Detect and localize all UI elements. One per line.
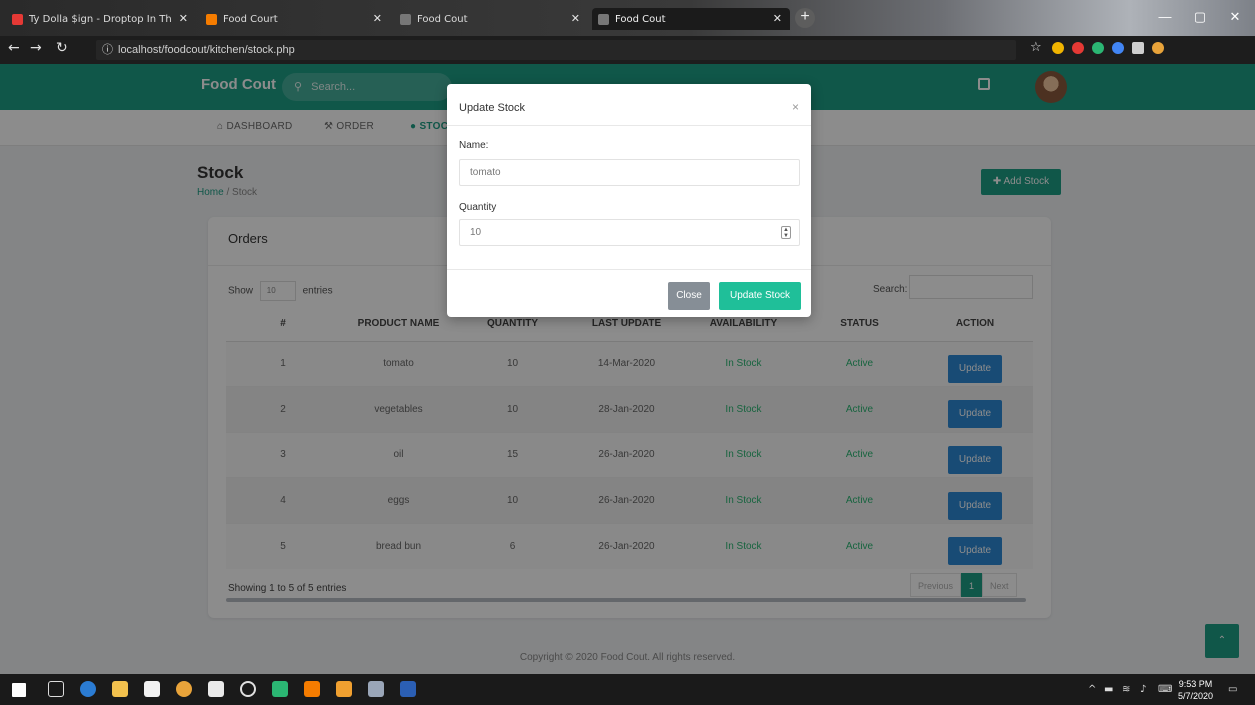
tab-title: Food Cout <box>417 13 468 25</box>
extension-icon[interactable] <box>1112 42 1124 54</box>
task-view-icon[interactable] <box>48 681 64 697</box>
system-clock[interactable]: 9:53 PM 5/7/2020 <box>1178 678 1213 702</box>
edge-icon[interactable] <box>80 681 96 697</box>
sublime-icon[interactable] <box>336 681 352 697</box>
keyboard-icon[interactable]: ⌨ <box>1158 684 1172 695</box>
close-button[interactable]: Close <box>668 282 710 310</box>
update-stock-modal: Update Stock × Name: tomato Quantity 10 … <box>447 84 811 317</box>
store-icon[interactable] <box>144 681 160 697</box>
youtube-icon <box>12 13 23 25</box>
wifi-icon[interactable]: ≋ <box>1122 684 1130 695</box>
extension-icon[interactable] <box>1072 42 1084 54</box>
url-text: localhost/foodcout/kitchen/stock.php <box>118 44 295 56</box>
page-icon <box>598 13 609 25</box>
windows-start-icon[interactable] <box>12 683 26 697</box>
extension-icon[interactable] <box>1092 42 1104 54</box>
star-icon[interactable]: ☆ <box>1030 40 1042 55</box>
chevron-up-icon[interactable]: ^ <box>1088 684 1096 695</box>
paint-icon[interactable] <box>368 681 384 697</box>
file-explorer-icon[interactable] <box>112 681 128 697</box>
quantity-label: Quantity <box>459 202 497 213</box>
modal-title: Update Stock <box>459 102 526 114</box>
spinner-icon[interactable]: ▲ ▼ <box>781 226 791 239</box>
update-stock-button[interactable]: Update Stock <box>719 282 801 310</box>
app-icon[interactable] <box>272 681 288 697</box>
close-icon[interactable]: ✕ <box>373 12 382 25</box>
profile-icon[interactable] <box>1152 42 1164 54</box>
taskbar: ^ ▬ ≋ ♪ ⌨ 9:53 PM 5/7/2020 ▭ <box>0 674 1255 705</box>
media-icon[interactable] <box>240 681 256 697</box>
minimize-icon[interactable]: — <box>1150 6 1180 28</box>
name-field[interactable]: tomato <box>459 159 800 186</box>
browser-tab[interactable]: Food Court ✕ <box>200 8 390 30</box>
address-bar-row: ← → ↻ ⓘ localhost/foodcout/kitchen/stock… <box>0 36 1255 64</box>
chrome-icon[interactable] <box>176 681 192 697</box>
new-tab-button[interactable]: + <box>795 8 815 28</box>
close-icon[interactable]: ✕ <box>179 12 188 25</box>
browser-tab[interactable]: Ty Dolla $ign - Droptop In Th ✕ <box>6 8 196 30</box>
browser-tab-active[interactable]: Food Cout ✕ <box>592 8 790 30</box>
close-icon[interactable]: ✕ <box>773 12 782 25</box>
close-icon[interactable]: × <box>792 100 799 114</box>
info-icon: ⓘ <box>102 44 113 56</box>
quantity-stepper[interactable]: 10 ▲ ▼ <box>459 219 800 246</box>
url-field[interactable]: ⓘ localhost/foodcout/kitchen/stock.php <box>96 40 1016 60</box>
reload-icon[interactable]: ↻ <box>56 40 68 56</box>
back-icon[interactable]: ← <box>8 40 20 56</box>
maximize-icon[interactable]: ▢ <box>1185 6 1215 28</box>
tab-title: Food Cout <box>615 13 666 25</box>
xampp-icon[interactable] <box>304 681 320 697</box>
forward-icon[interactable]: → <box>30 40 42 56</box>
volume-icon[interactable]: ♪ <box>1140 684 1146 695</box>
tab-title: Ty Dolla $ign - Droptop In Th <box>29 13 172 25</box>
close-icon[interactable]: ✕ <box>571 12 580 25</box>
browser-tab-strip: Ty Dolla $ign - Droptop In Th ✕ Food Cou… <box>0 0 1255 36</box>
battery-icon[interactable]: ▬ <box>1104 684 1113 695</box>
notification-icon[interactable]: ▭ <box>1228 684 1237 695</box>
tab-title: Food Court <box>223 13 278 25</box>
xampp-icon <box>206 13 217 25</box>
divider <box>447 269 811 270</box>
playlist-icon[interactable] <box>1132 42 1144 54</box>
divider <box>447 125 811 126</box>
mail-icon[interactable] <box>208 681 224 697</box>
name-label: Name: <box>459 140 489 151</box>
page-icon <box>400 13 411 25</box>
word-icon[interactable] <box>400 681 416 697</box>
close-window-icon[interactable]: ✕ <box>1220 6 1250 28</box>
browser-tab[interactable]: Food Cout ✕ <box>394 8 588 30</box>
extension-icon[interactable] <box>1052 42 1064 54</box>
